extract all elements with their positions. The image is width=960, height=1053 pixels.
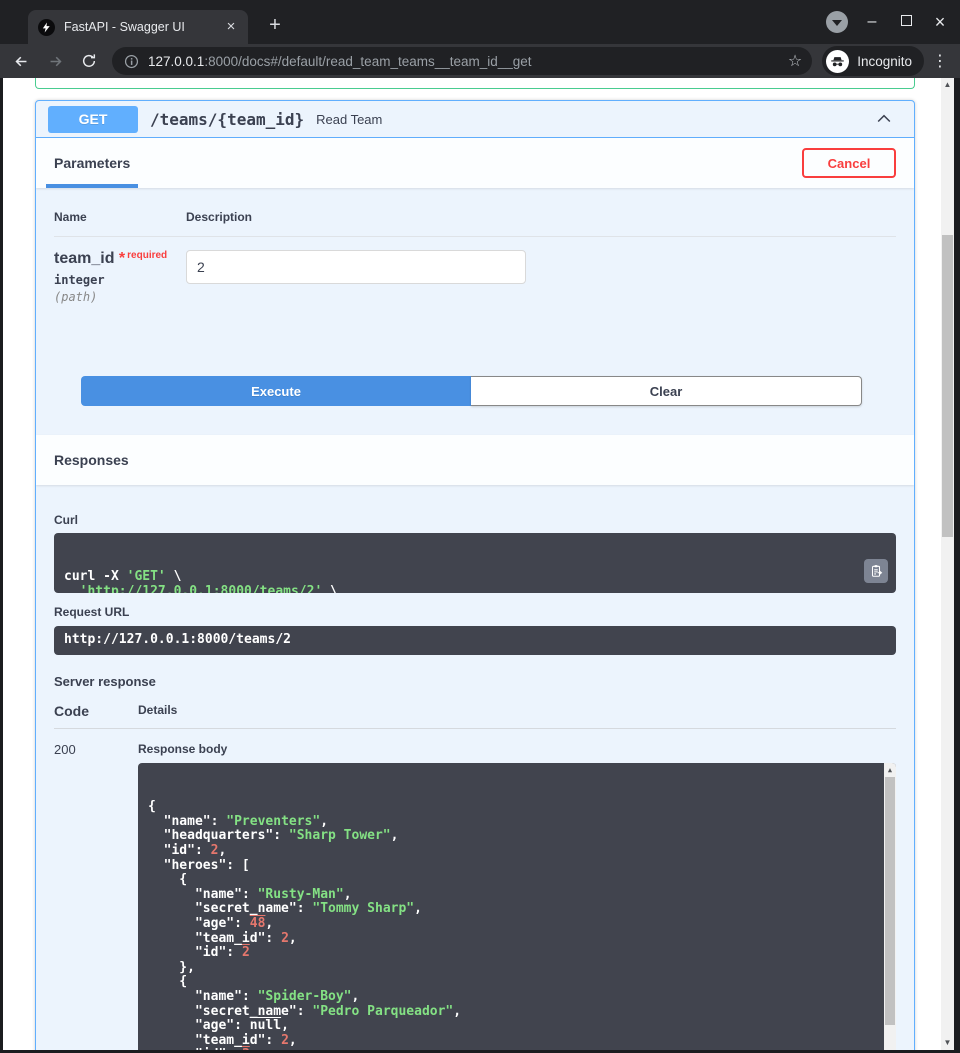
browser-toolbar: 127.0.0.1:8000/docs#/default/read_team_t… [0, 44, 960, 78]
parameter-description-cell [186, 250, 526, 304]
response-row: 200 Response body { "name": "Preventers"… [54, 729, 896, 1050]
parameters-table-head: Name Description [54, 210, 896, 237]
tab-parameters[interactable]: Parameters [54, 155, 130, 171]
response-body[interactable]: { "name": "Preventers", "headquarters": … [138, 763, 896, 1050]
bookmark-star-icon[interactable]: ☆ [788, 51, 802, 71]
chevron-up-icon[interactable] [874, 109, 894, 129]
tab-parameters-underline [46, 184, 138, 188]
minimize-icon[interactable]: – [862, 12, 882, 32]
parameter-name: team_id [54, 250, 114, 267]
page-scrollbar[interactable]: ▲ ▼ [941, 78, 954, 1050]
page-content: ▲ ▼ GET /teams/{team_id} Read Team Param… [3, 78, 954, 1050]
window-close-icon[interactable]: × [930, 12, 950, 32]
server-response-label: Server response [54, 674, 896, 689]
column-details: Details [138, 703, 177, 719]
parameter-location: (path) [54, 290, 186, 304]
endpoint-summary: Read Team [316, 112, 382, 127]
forward-icon[interactable] [42, 48, 68, 74]
opblock-get: GET /teams/{team_id} Read Team Parameter… [35, 100, 915, 1050]
responses-body: Curl curl -X 'GET' \ 'http://127.0.0.1:8… [36, 485, 914, 1050]
parameters-header: Parameters Cancel [36, 138, 914, 188]
copy-to-clipboard-icon[interactable] [864, 559, 888, 583]
execute-row: Execute Clear [81, 376, 862, 406]
parameter-row: team_id *required integer (path) [54, 237, 896, 304]
reload-icon[interactable] [76, 48, 102, 74]
responses-title: Responses [54, 452, 129, 468]
parameter-meta: team_id *required integer (path) [54, 250, 186, 304]
status-code: 200 [54, 742, 138, 1050]
browser-tab[interactable]: FastAPI - Swagger UI × [28, 10, 248, 44]
response-body-scrollbar[interactable]: ▲ [884, 763, 896, 1050]
window-controls: – × [826, 0, 950, 44]
incognito-badge: Incognito [822, 46, 924, 76]
curl-command[interactable]: curl -X 'GET' \ 'http://127.0.0.1:8000/t… [54, 533, 896, 593]
request-url-value: http://127.0.0.1:8000/teams/2 [54, 626, 896, 655]
scroll-up-icon[interactable]: ▲ [941, 78, 954, 92]
curl-command-text: curl -X 'GET' \ 'http://127.0.0.1:8000/t… [64, 570, 886, 593]
page-scrollbar-thumb[interactable] [942, 235, 953, 537]
parameter-type: integer [54, 273, 186, 287]
swagger-ui: GET /teams/{team_id} Read Team Parameter… [35, 78, 915, 1050]
response-scrollbar-thumb[interactable] [885, 777, 895, 1025]
team-id-input[interactable] [186, 250, 526, 284]
response-scroll-up-icon[interactable]: ▲ [884, 764, 896, 776]
tab-close-icon[interactable]: × [222, 18, 240, 36]
incognito-icon [826, 50, 849, 73]
opblock-summary[interactable]: GET /teams/{team_id} Read Team [36, 101, 914, 138]
response-table-head: Code Details [54, 703, 896, 729]
scroll-down-icon[interactable]: ▼ [941, 1036, 954, 1050]
curl-label: Curl [54, 513, 896, 527]
address-bar[interactable]: 127.0.0.1:8000/docs#/default/read_team_t… [112, 47, 812, 75]
url-text[interactable]: 127.0.0.1:8000/docs#/default/read_team_t… [148, 54, 782, 69]
response-details: Response body { "name": "Preventers", "h… [138, 742, 896, 1050]
response-body-json: { "name": "Preventers", "headquarters": … [148, 800, 886, 1050]
cancel-button[interactable]: Cancel [802, 148, 896, 178]
site-info-icon[interactable] [124, 54, 139, 69]
required-star: * [119, 250, 125, 267]
new-tab-button[interactable]: + [262, 13, 288, 39]
column-name: Name [54, 210, 186, 224]
required-label: required [127, 250, 167, 261]
response-body-label: Response body [138, 742, 896, 756]
url-host: 127.0.0.1 [148, 54, 204, 69]
responses-header: Responses [36, 435, 914, 485]
column-code: Code [54, 703, 138, 719]
tab-title: FastAPI - Swagger UI [64, 20, 222, 34]
method-badge: GET [48, 106, 138, 133]
browser-menu-icon[interactable]: ⋮ [932, 51, 948, 71]
endpoint-path: /teams/{team_id} [150, 110, 304, 129]
incognito-label: Incognito [857, 54, 912, 69]
browser-tab-bar: FastAPI - Swagger UI × + – × [0, 0, 960, 44]
back-icon[interactable] [8, 48, 34, 74]
parameters-table: Name Description team_id *required integ… [36, 188, 914, 406]
window-menu-icon[interactable] [826, 11, 848, 33]
request-url-label: Request URL [54, 605, 896, 619]
url-path: :8000/docs#/default/read_team_teams__tea… [204, 54, 531, 69]
fastapi-favicon-icon [38, 19, 55, 36]
previous-opblock-partial[interactable] [35, 78, 915, 89]
maximize-icon[interactable] [896, 12, 916, 32]
execute-button[interactable]: Execute [81, 376, 471, 406]
column-description: Description [186, 210, 252, 224]
clear-button[interactable]: Clear [471, 376, 862, 406]
